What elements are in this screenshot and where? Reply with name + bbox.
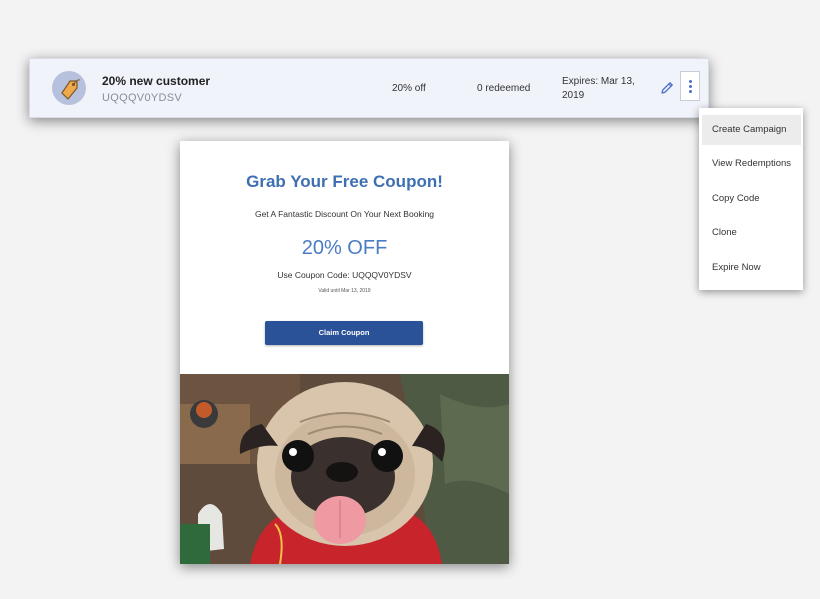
- coupon-subtitle: Get A Fantastic Discount On Your Next Bo…: [254, 209, 435, 219]
- options-menu: Create Campaign View Redemptions Copy Co…: [699, 108, 803, 290]
- coupon-title: Grab Your Free Coupon!: [246, 172, 443, 191]
- redeemed-count: 0 redeemed: [477, 83, 531, 94]
- menu-item-view-redemptions[interactable]: View Redemptions: [702, 149, 801, 179]
- pug-photo: [180, 374, 509, 564]
- coupon-discount: 20% off: [392, 83, 426, 94]
- coupon-name: 20% new customer: [102, 74, 211, 88]
- coupon-percent: 20% OFF: [301, 237, 388, 259]
- price-tag-icon: [61, 79, 81, 100]
- coupon-preview: Grab Your Free Coupon! Get A Fantastic D…: [180, 141, 509, 564]
- pencil-icon: [661, 82, 673, 94]
- coupon-code: UQQQV0YDSV: [102, 92, 183, 104]
- expiry-date: Expires: Mar 13, 2019: [562, 76, 635, 101]
- coupon-avatar: [52, 71, 86, 105]
- menu-item-expire-now[interactable]: Expire Now: [702, 253, 801, 283]
- edit-button[interactable]: [658, 79, 676, 97]
- claim-coupon-button[interactable]: Claim Coupon: [265, 321, 423, 345]
- menu-item-create-campaign[interactable]: Create Campaign: [702, 115, 801, 145]
- menu-item-copy-code[interactable]: Copy Code: [702, 184, 801, 214]
- menu-item-clone[interactable]: Clone: [702, 218, 801, 248]
- coupon-code-line: Use Coupon Code: UQQQV0YDSV: [277, 270, 412, 280]
- more-options-button[interactable]: [680, 71, 700, 101]
- coupon-valid-line: Valid until Mar 13, 2019: [318, 288, 371, 294]
- coupon-row[interactable]: 20% new customer UQQQV0YDSV 20% off 0 re…: [29, 58, 709, 118]
